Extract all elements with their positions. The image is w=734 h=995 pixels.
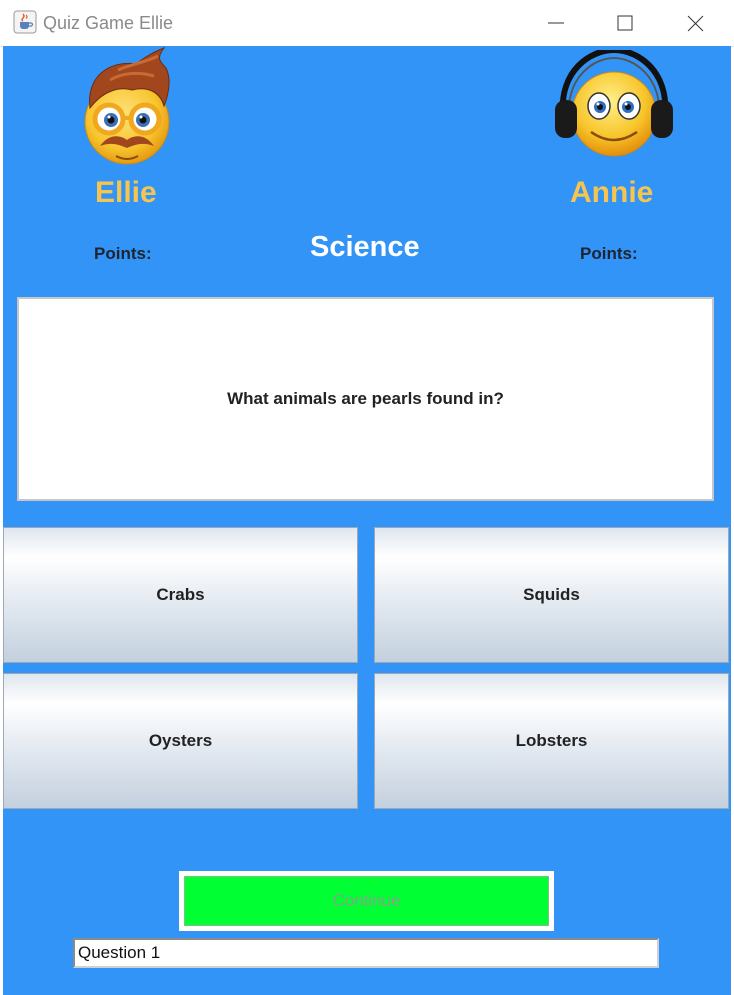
minimize-button[interactable]: [522, 0, 590, 46]
player-name-ellie: Ellie: [95, 176, 157, 209]
maximize-icon: [617, 15, 633, 31]
answer-button-b[interactable]: Squids: [374, 527, 729, 663]
answer-button-d[interactable]: Lobsters: [374, 673, 729, 809]
question-panel: What animals are pearls found in?: [17, 297, 714, 501]
points-label-ellie: Points:: [94, 244, 152, 263]
answer-label: Oysters: [148, 731, 213, 750]
continue-button-face: Continue: [184, 876, 549, 926]
answer-label: Squids: [523, 585, 580, 604]
java-coffee-cup-icon: [13, 10, 37, 34]
close-icon: [687, 15, 704, 32]
answer-label: Crabs: [156, 585, 205, 604]
continue-label: Continue: [332, 891, 401, 910]
answer-button-a[interactable]: Crabs: [3, 527, 358, 663]
smiley-with-headphones-icon: [555, 50, 673, 157]
question-status-field[interactable]: Question 1: [73, 938, 659, 968]
question-status-text: Question 1: [78, 943, 161, 962]
game-panel: Ellie Annie Points: Science Points: What…: [3, 46, 731, 995]
question-text: What animals are pearls found in?: [227, 389, 504, 408]
continue-button[interactable]: Continue: [179, 871, 554, 931]
minimize-icon: [548, 22, 564, 24]
close-button[interactable]: [660, 0, 728, 46]
answer-label: Lobsters: [515, 731, 588, 750]
window-title-bar: Quiz Game Ellie: [0, 0, 734, 47]
nerd-emoji-with-glasses-icon: [84, 46, 170, 165]
category-title: Science: [310, 231, 420, 263]
player-name-annie: Annie: [570, 176, 654, 209]
answer-button-c[interactable]: Oysters: [3, 673, 358, 809]
points-label-annie: Points:: [580, 244, 638, 263]
window-title: Quiz Game Ellie: [43, 13, 174, 33]
maximize-button[interactable]: [590, 0, 658, 46]
